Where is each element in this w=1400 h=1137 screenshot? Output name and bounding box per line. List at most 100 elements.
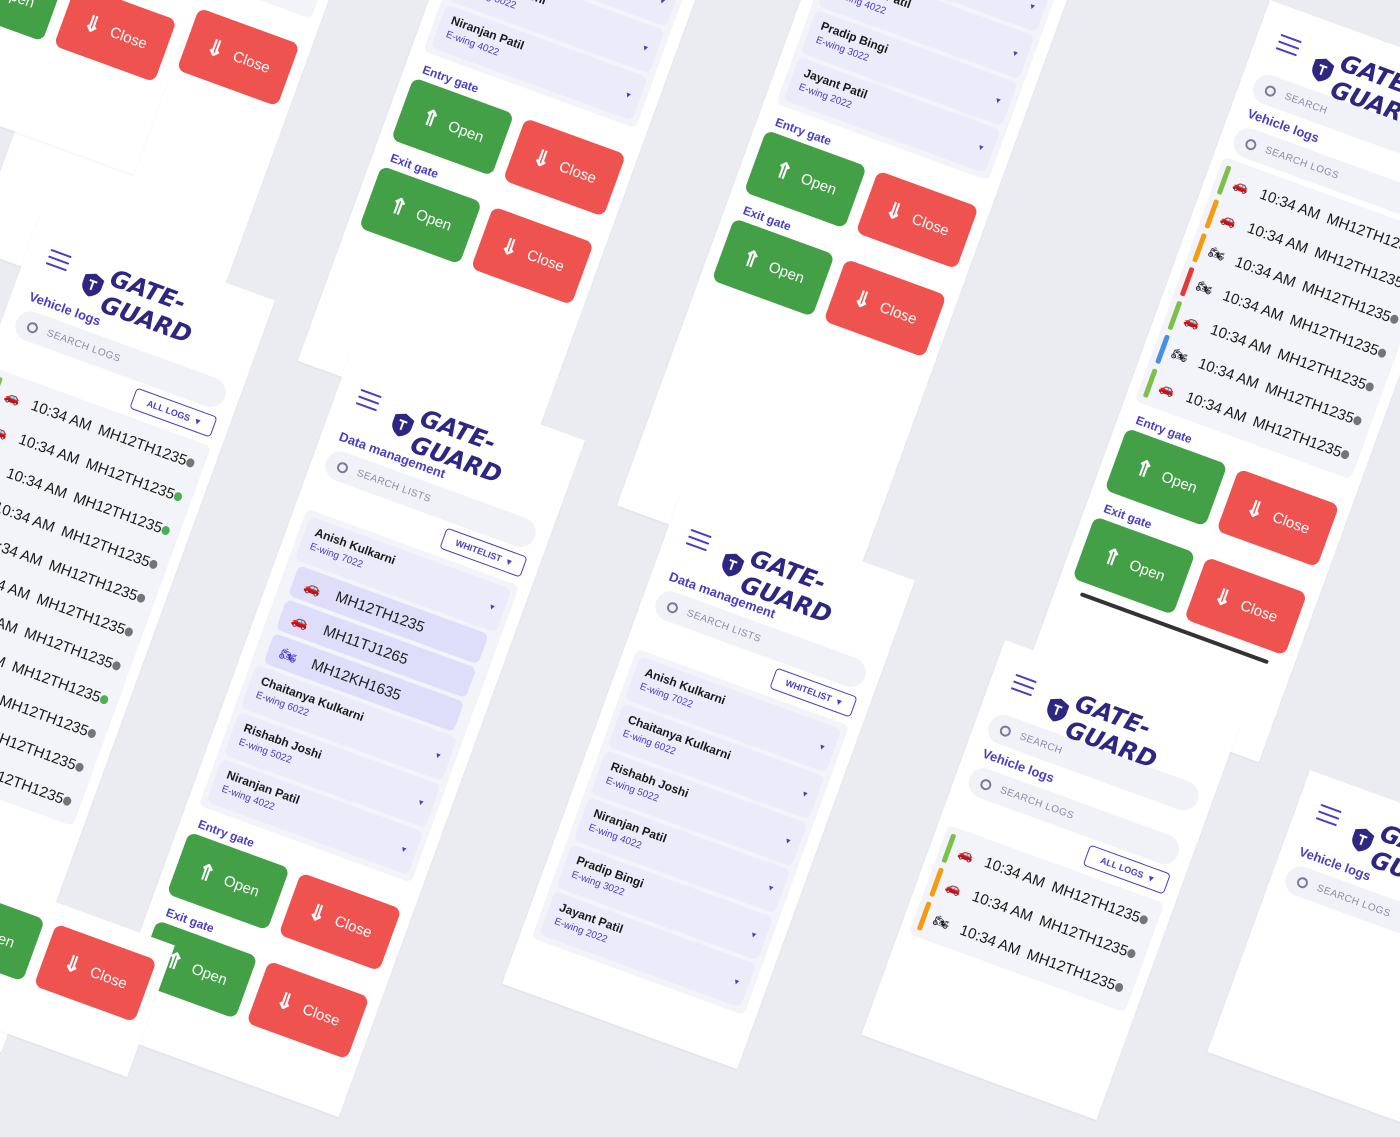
status-bar	[1142, 368, 1158, 398]
chevron-down-icon: ▾	[1028, 0, 1037, 12]
close-label: Close	[230, 47, 273, 77]
chevron-down-icon: ▾	[784, 835, 792, 847]
status-bar	[1167, 300, 1182, 331]
status-bar	[1192, 232, 1207, 263]
car-icon: 🚗	[1231, 176, 1252, 196]
car-icon: 🚗	[943, 878, 964, 898]
filter-label: WHITELIST	[454, 537, 504, 564]
open-label: Open	[766, 258, 807, 287]
search-icon	[25, 320, 40, 335]
filter-label: WHITELIST	[784, 677, 834, 704]
upload-icon: ⇑	[738, 244, 765, 274]
upload-icon: ⇑	[385, 191, 412, 222]
download-icon: ⇓	[79, 9, 106, 40]
chevron-down-icon: ▾	[818, 741, 827, 753]
car-icon: 🚗	[1218, 209, 1240, 230]
close-label: Close	[332, 912, 375, 942]
open-label: Open	[0, 922, 17, 952]
menu-icon[interactable]	[1315, 803, 1342, 827]
chevron-down-icon: ▾	[505, 555, 514, 567]
upload-icon: ⇑	[1131, 453, 1158, 484]
menu-icon[interactable]	[45, 248, 72, 272]
close-label: Close	[524, 246, 567, 276]
car-icon: 🚗	[1181, 311, 1203, 332]
shield-icon	[1307, 54, 1337, 86]
open-label: Open	[189, 960, 230, 989]
close-label: Close	[909, 210, 952, 240]
gate-buttons: ⇑Open⇓Close	[0, 0, 177, 83]
chevron-down-icon: ▾	[835, 695, 844, 707]
chevron-down-icon: ▾	[488, 601, 497, 613]
open-gate-button[interactable]: ⇑Open	[0, 0, 65, 42]
menu-icon[interactable]	[685, 528, 712, 552]
download-icon: ⇓	[272, 986, 299, 1017]
car-icon: 🚗	[1157, 379, 1178, 399]
app-screen: GATE-GUARD Data management SEARCH LISTS WHI…	[502, 495, 915, 1070]
mockup-stage: 🚗10:34 AMMH12TH1235🚗10:34 AMMH12TH1235🚗1…	[0, 0, 1400, 1137]
download-icon: ⇓	[849, 284, 876, 315]
car-icon: 🚗	[955, 844, 977, 864]
close-label: Close	[877, 298, 920, 328]
status-bar	[1155, 334, 1170, 365]
close-gate-button[interactable]: ⇓ Close	[53, 0, 177, 83]
open-label: Open	[221, 871, 262, 901]
chevron-down-icon: ▾	[994, 94, 1002, 106]
open-label: Open	[1127, 556, 1168, 585]
status-bar	[1179, 266, 1195, 297]
vehicle-log-list: 🚗 10:34 AM MH12TH1235 🚗 10:34 AM MH12TH1235 🏍 1…	[908, 824, 1165, 1013]
status-bar	[941, 833, 956, 864]
chevron-down-icon: ▾	[767, 882, 775, 894]
search-icon	[335, 460, 350, 475]
shield-icon	[717, 549, 747, 581]
menu-icon[interactable]	[355, 388, 382, 412]
close-label: Close	[300, 1000, 343, 1030]
download-icon: ⇓	[528, 143, 555, 174]
app-screen: GATE-GUARD SEARCH Vehicle logs SEARCH LOGS 🚗…	[1023, 0, 1400, 763]
upload-icon: ⇑	[1099, 542, 1126, 572]
search-icon	[978, 777, 994, 792]
download-icon: ⇓	[881, 196, 908, 227]
resident-list: Anish KulkarniE-wing 7022▾🚗MH12TH1235🚗MH…	[198, 508, 520, 883]
shield-icon	[387, 409, 417, 441]
status-bar	[1204, 199, 1219, 229]
download-icon: ⇓	[59, 949, 86, 980]
close-label: Close	[1238, 596, 1280, 626]
chevron-down-icon: ▾	[193, 415, 202, 427]
status-bar	[1216, 165, 1232, 195]
menu-icon[interactable]	[1275, 33, 1302, 57]
open-label: Open	[798, 169, 839, 199]
search-icon	[665, 600, 680, 615]
resident-list: Anish KulkarniE-wing 7022▾Chaitanya Kulk…	[531, 648, 850, 1016]
status-bar	[929, 867, 944, 897]
download-icon: ⇓	[304, 898, 331, 928]
chevron-down-icon: ▾	[1147, 872, 1155, 884]
vehicle-log-list: 🚗 10:34 AM MH12TH1235 🚗 10:34 AM MH12TH1235 10…	[0, 367, 212, 827]
car-icon: 🚗	[2, 387, 23, 407]
upload-icon: ⇑	[770, 155, 797, 186]
chevron-down-icon: ▾	[624, 89, 633, 101]
chevron-down-icon: ▾	[749, 929, 758, 941]
motorcycle-icon: 🏍	[1169, 345, 1191, 365]
shield-icon	[77, 269, 107, 301]
motorcycle-icon: 🏍	[277, 644, 300, 666]
chevron-down-icon: ▾	[732, 976, 741, 988]
motorcycle-icon: 🏍	[931, 911, 952, 932]
download-icon: ⇓	[202, 33, 229, 64]
search-icon	[1295, 875, 1310, 890]
gate-buttons: ⇑Open⇓Close	[0, 882, 157, 1023]
car-icon: 🚗	[0, 421, 11, 441]
open-gate-button[interactable]: ⇑Open	[0, 882, 45, 982]
car-icon: 🚗	[302, 576, 325, 598]
status-bar	[916, 901, 932, 931]
menu-icon[interactable]	[1010, 673, 1037, 697]
upload-icon: ⇑	[193, 857, 220, 888]
chevron-down-icon: ▾	[400, 843, 408, 855]
chevron-down-icon: ▾	[1011, 47, 1020, 59]
chevron-down-icon: ▾	[434, 749, 442, 761]
download-icon: ⇓	[1242, 494, 1269, 525]
chevron-down-icon: ▾	[801, 788, 809, 800]
chevron-down-icon: ▾	[641, 42, 650, 54]
filter-label: ALL LOGS	[1098, 855, 1145, 881]
shield-icon	[1042, 694, 1072, 726]
close-gate-button[interactable]: ⇓ Close	[33, 923, 157, 1023]
